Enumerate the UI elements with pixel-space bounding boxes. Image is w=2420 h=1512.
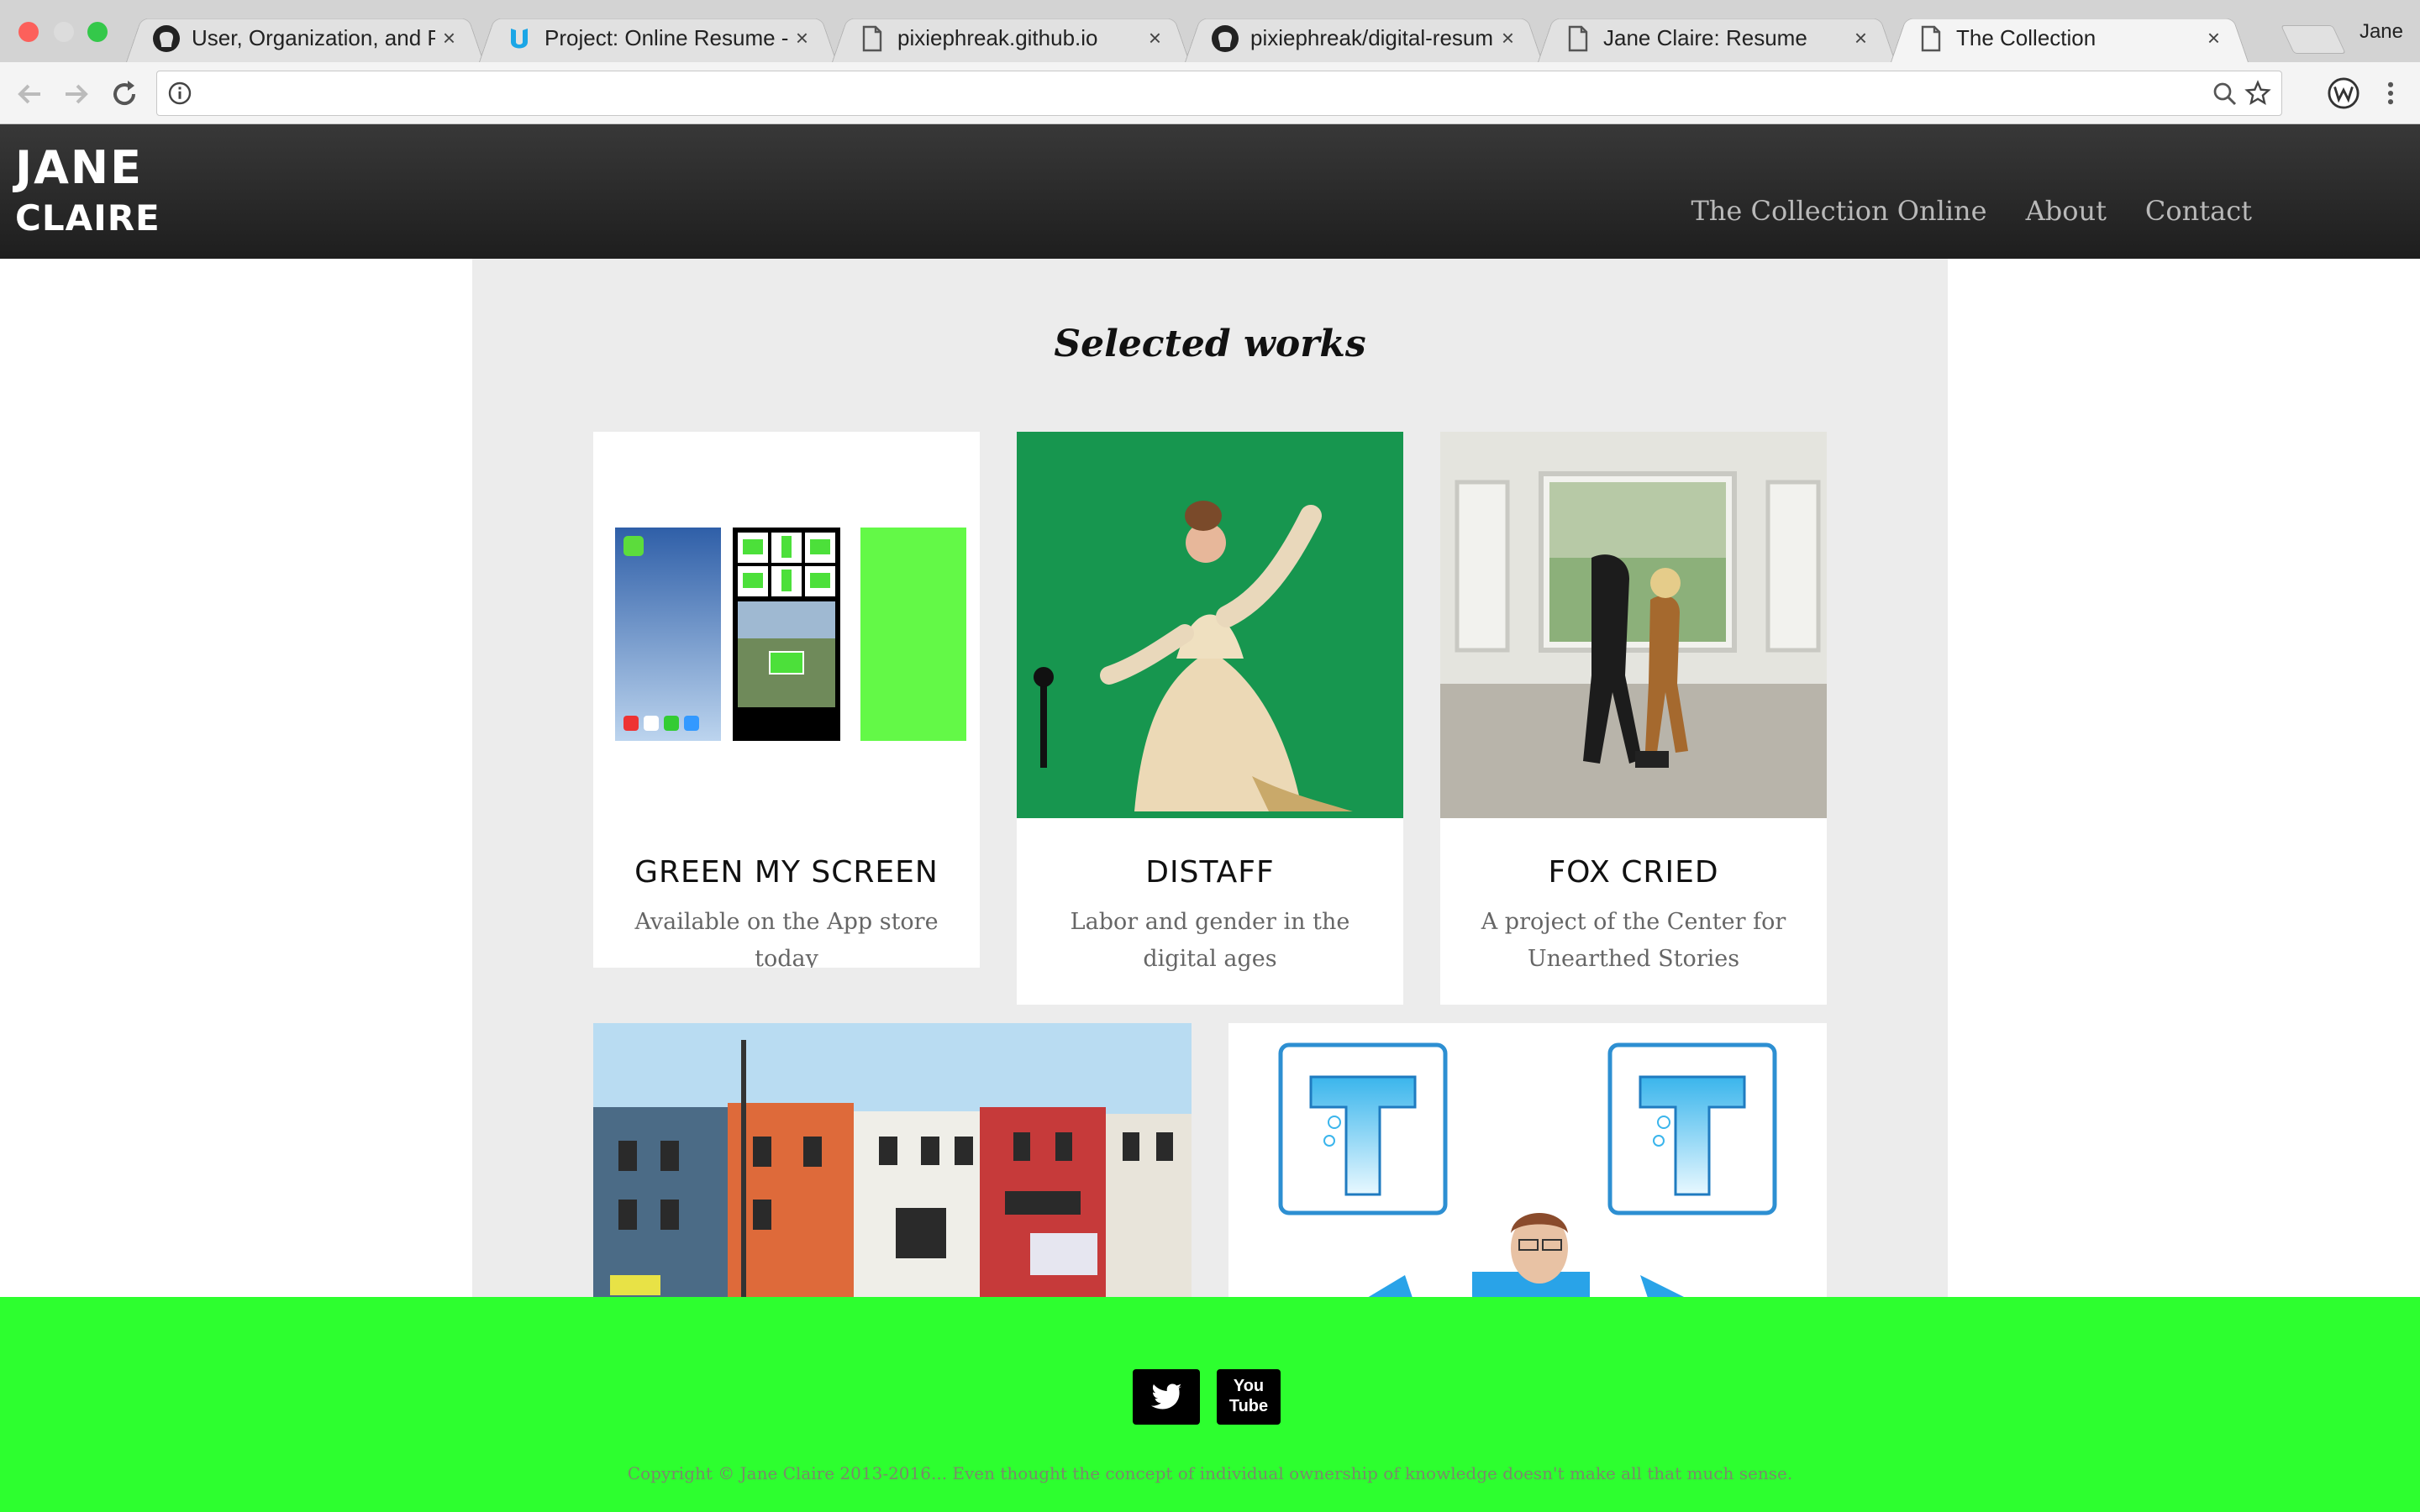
github-icon xyxy=(1212,25,1239,52)
copyright-text: Copyright © Jane Claire 2013-2016... Eve… xyxy=(627,1463,1793,1483)
bookmark-star-icon[interactable] xyxy=(2244,80,2271,107)
card-description: Labor and gender in the digital ages xyxy=(1070,909,1350,972)
youtube-icon: You Tube xyxy=(1217,1376,1281,1416)
card-title: DISTAFF xyxy=(1145,855,1275,890)
profile-name[interactable]: Jane xyxy=(2360,20,2403,44)
tab-title: Jane Claire: Resume xyxy=(1603,25,1807,50)
work-card-fox-cried[interactable]: FOX CRIED A project of the Center for Un… xyxy=(1440,432,1827,1005)
card-description: A project of the Center for Unearthed St… xyxy=(1481,909,1786,972)
twitter-link[interactable] xyxy=(1133,1369,1200,1425)
card-title: GREEN MY SCREEN xyxy=(634,855,939,890)
close-icon[interactable]: × xyxy=(1854,24,1867,52)
youtube-link[interactable]: You Tube xyxy=(1217,1369,1281,1425)
browser-tab[interactable]: Project: Online Resume - Ud × xyxy=(479,12,837,62)
browser-tab[interactable]: pixiephreak/digital-resume × xyxy=(1185,12,1543,62)
site-header: JANE CLAIRE The Collection Online About … xyxy=(0,124,2420,259)
nav-link-about[interactable]: About xyxy=(2026,195,2107,227)
tab-list: User, Organization, and Pro × Project: O… xyxy=(126,12,2249,62)
youtube-text-bottom: Tube xyxy=(1228,1397,1269,1415)
close-icon[interactable]: × xyxy=(796,24,808,52)
tab-title: Project: Online Resume - Ud xyxy=(544,25,788,50)
zoom-icon[interactable] xyxy=(2212,81,2238,107)
phone-screens-image xyxy=(615,528,966,741)
reload-icon[interactable] xyxy=(108,77,141,111)
close-icon[interactable]: × xyxy=(2207,24,2220,52)
work-card-distaff[interactable]: DISTAFF Labor and gender in the digital … xyxy=(1017,432,1403,1005)
distaff-photo xyxy=(1017,432,1403,818)
new-tab-button[interactable] xyxy=(2281,25,2346,54)
browser-tab-active[interactable]: The Collection × xyxy=(1891,12,2249,62)
card-title: FOX CRIED xyxy=(1548,855,1719,890)
forward-arrow-icon[interactable] xyxy=(59,77,92,111)
card-description: Available on the App store today xyxy=(634,909,939,968)
work-card-street[interactable] xyxy=(593,1023,1192,1297)
fox-cried-photo xyxy=(1440,432,1827,818)
nav-link-contact[interactable]: Contact xyxy=(2145,195,2252,227)
t-logo-image xyxy=(1278,1042,1777,1297)
tab-title: pixiephreak.github.io xyxy=(897,25,1098,50)
browser-tab[interactable]: User, Organization, and Pro × xyxy=(126,12,484,62)
site-logo[interactable]: JANE CLAIRE xyxy=(15,143,160,244)
page-icon xyxy=(1568,25,1588,52)
page-icon xyxy=(862,25,882,52)
logo-line-2: CLAIRE xyxy=(15,197,160,239)
site-nav: The Collection Online About Contact xyxy=(1691,195,2252,227)
extension-w-icon[interactable] xyxy=(2328,77,2360,109)
site-footer: You Tube Copyright © Jane Claire 2013-20… xyxy=(0,1297,2420,1512)
address-bar[interactable] xyxy=(156,71,2282,116)
tab-title: pixiephreak/digital-resume xyxy=(1250,25,1494,50)
browser-toolbar xyxy=(0,62,2420,124)
work-card-green-my-screen[interactable]: GREEN MY SCREEN Available on the App sto… xyxy=(593,432,980,968)
tab-title: User, Organization, and Pro xyxy=(192,25,435,50)
card-image xyxy=(1017,432,1403,818)
close-icon[interactable]: × xyxy=(1149,24,1161,52)
card-image xyxy=(593,432,980,818)
udacity-icon xyxy=(511,29,528,49)
tab-title: The Collection xyxy=(1956,25,2096,50)
twitter-icon xyxy=(1151,1383,1182,1410)
menu-dots-icon[interactable] xyxy=(2378,79,2403,108)
main-content: Selected works GREEN MY SCREEN Available… xyxy=(472,259,1948,1297)
rowhouses-photo xyxy=(593,1023,1192,1297)
github-icon xyxy=(153,25,180,52)
browser-tab[interactable]: Jane Claire: Resume × xyxy=(1538,12,1896,62)
window-minimize-button[interactable] xyxy=(54,22,74,42)
browser-tab-strip: User, Organization, and Pro × Project: O… xyxy=(0,0,2420,62)
card-image xyxy=(1440,432,1827,818)
card-image xyxy=(593,1023,1192,1297)
work-card-t-project[interactable] xyxy=(1228,1023,1827,1297)
nav-link-collection-online[interactable]: The Collection Online xyxy=(1691,195,1986,227)
page-title: Selected works xyxy=(1054,323,1366,365)
window-maximize-button[interactable] xyxy=(87,22,108,42)
card-image xyxy=(1228,1023,1827,1297)
youtube-text-top: You xyxy=(1233,1377,1265,1395)
close-icon[interactable]: × xyxy=(1502,24,1514,52)
window-close-button[interactable] xyxy=(18,22,39,42)
close-icon[interactable]: × xyxy=(443,24,455,52)
back-arrow-icon[interactable] xyxy=(13,77,47,111)
page-icon xyxy=(1921,25,1941,52)
info-icon[interactable] xyxy=(167,81,192,106)
browser-tab[interactable]: pixiephreak.github.io × xyxy=(832,12,1190,62)
logo-line-1: JANE xyxy=(15,141,143,194)
